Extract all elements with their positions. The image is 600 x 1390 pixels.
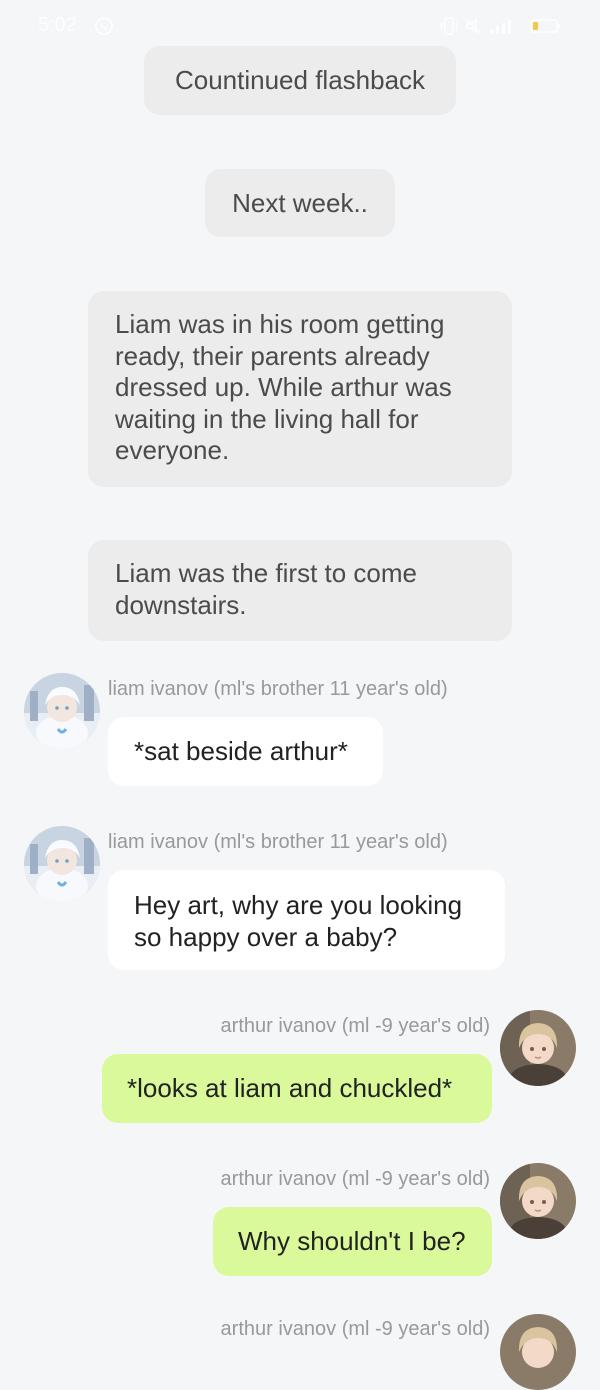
message-bubble[interactable]: Why shouldn't I be?	[213, 1207, 492, 1276]
message-text: Why shouldn't I be?	[238, 1226, 466, 1256]
status-time: 5:02	[38, 14, 77, 36]
message-text: Hey art, why are you looking so happy ov…	[134, 890, 463, 952]
avatar[interactable]	[500, 1163, 576, 1239]
narration-text: Next week..	[232, 188, 368, 218]
status-bar: 5:02	[0, 0, 600, 52]
message-bubble[interactable]: *sat beside arthur*	[108, 717, 383, 786]
battery-icon	[530, 19, 561, 33]
arthur-avatar-image	[500, 1163, 576, 1239]
message-text: *sat beside arthur*	[134, 736, 348, 766]
narration-bubble: Next week..	[205, 169, 395, 237]
narration-bubble: Countinued flashback	[144, 46, 456, 115]
message-bubble[interactable]: Hey art, why are you looking so happy ov…	[108, 870, 505, 970]
liam-avatar-image	[24, 673, 100, 749]
sender-name: arthur ivanov (ml -9 year's old)	[220, 1015, 490, 1037]
signal-icon	[490, 20, 511, 34]
avatar[interactable]	[24, 826, 100, 902]
arthur-avatar-image	[500, 1314, 576, 1390]
avatar[interactable]	[500, 1010, 576, 1086]
narration-text: Countinued flashback	[174, 65, 426, 95]
narration-text: Liam was in his room getting ready, thei…	[115, 309, 452, 465]
sender-name: arthur ivanov (ml -9 year's old)	[220, 1318, 490, 1340]
message-text: *looks at liam and chuckled*	[127, 1073, 453, 1103]
arthur-avatar-image	[500, 1010, 576, 1086]
narration-bubble: Liam was the first to come downstairs.	[88, 540, 512, 641]
message-bubble[interactable]: *looks at liam and chuckled*	[102, 1054, 492, 1123]
sender-name: liam ivanov (ml's brother 11 year's old)	[108, 678, 448, 700]
sender-name: arthur ivanov (ml -9 year's old)	[220, 1168, 490, 1190]
liam-avatar-image	[24, 826, 100, 902]
narration-bubble: Liam was in his room getting ready, thei…	[88, 291, 512, 487]
avatar[interactable]	[500, 1314, 576, 1390]
sender-name: liam ivanov (ml's brother 11 year's old)	[108, 831, 448, 853]
vibrate-icon	[440, 17, 458, 35]
whatsapp-icon	[95, 17, 113, 35]
mute-icon	[465, 18, 481, 34]
avatar[interactable]	[24, 673, 100, 749]
narration-text: Liam was the first to come downstairs.	[115, 558, 417, 620]
